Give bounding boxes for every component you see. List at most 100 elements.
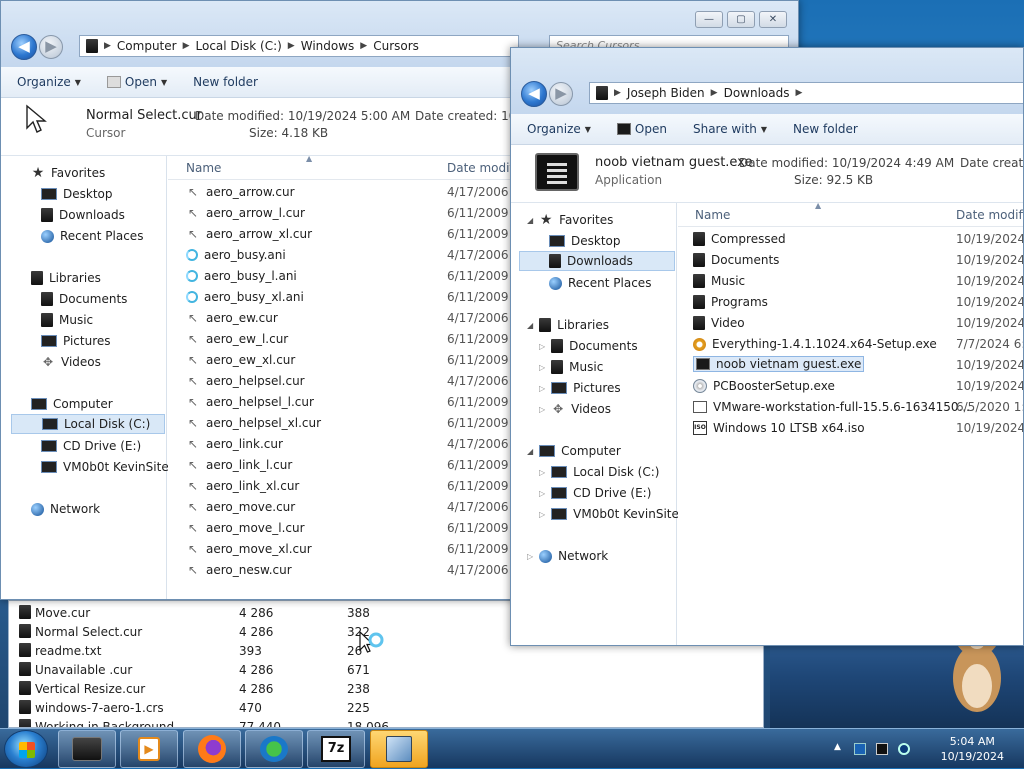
- address-bar[interactable]: ▶ Computer ▶ Local Disk (C:) ▶ Windows ▶…: [79, 35, 519, 57]
- nav-videos[interactable]: ✥ Videos: [41, 352, 101, 372]
- nav-videos[interactable]: ▷ ✥ Videos: [539, 399, 611, 419]
- list-item[interactable]: windows-7-aero-1.crs 470 225: [9, 698, 763, 717]
- minimize-button[interactable]: —: [695, 11, 723, 28]
- nav-desktop[interactable]: Desktop: [41, 184, 113, 204]
- file-row[interactable]: Everything-1.4.1.1024.x64-Setup.exe 7/7/2…: [678, 334, 1023, 355]
- breadcrumb-local-disk[interactable]: Local Disk (C:): [196, 39, 282, 53]
- nav-local-disk[interactable]: ▷ Local Disk (C:): [539, 462, 659, 482]
- show-hidden-icons-button[interactable]: ▲: [834, 742, 841, 752]
- file-date-modified: 10/19/2024 4: [956, 421, 1023, 435]
- organize-button[interactable]: Organize ▼: [9, 75, 89, 89]
- nav-network[interactable]: Network: [31, 499, 100, 519]
- open-button[interactable]: Open: [609, 122, 675, 136]
- nav-pictures[interactable]: ▷ Pictures: [539, 378, 621, 398]
- nav-favorites[interactable]: ★ Favorites: [31, 163, 106, 183]
- maximize-button[interactable]: ▢: [727, 11, 755, 28]
- list-item[interactable]: Working in Background... 77 440 18 096: [9, 717, 763, 727]
- new-folder-button[interactable]: New folder: [785, 122, 866, 136]
- nav-computer[interactable]: ◢ Computer: [527, 441, 621, 461]
- close-button[interactable]: ✕: [759, 11, 787, 28]
- nav-network[interactable]: ▷ Network: [527, 546, 608, 566]
- taskbar-download-manager[interactable]: [245, 730, 303, 768]
- taskbar-media-player[interactable]: ▶: [120, 730, 178, 768]
- taskbar-explorer[interactable]: [58, 730, 116, 768]
- organize-button[interactable]: Organize ▼: [519, 122, 599, 136]
- taskbar-7zip[interactable]: 7z: [307, 730, 365, 768]
- share-with-button[interactable]: Share with ▼: [685, 122, 775, 136]
- nav-network-share[interactable]: VM0b0t KevinSite: [41, 457, 169, 477]
- nav-music[interactable]: Music: [41, 310, 93, 330]
- column-date-modified[interactable]: Date modifi: [447, 161, 517, 175]
- file-row[interactable]: noob vietnam guest.exe 10/19/2024 4: [678, 355, 1023, 376]
- file-row[interactable]: Programs 10/19/2024 4: [678, 292, 1023, 313]
- system-clock[interactable]: 5:04 AM 10/19/2024: [941, 734, 1004, 764]
- list-item-size: 4 286: [239, 682, 274, 696]
- cursor-icon: ↖: [187, 458, 199, 472]
- forward-button[interactable]: ▶: [39, 35, 63, 59]
- taskbar-firefox[interactable]: [183, 730, 241, 768]
- details-file-type: Cursor: [86, 126, 126, 140]
- pictures-icon: [551, 382, 568, 394]
- file-row[interactable]: Documents 10/19/2024 4: [678, 250, 1023, 271]
- nav-music[interactable]: ▷ Music: [539, 357, 603, 377]
- breadcrumb-windows[interactable]: Windows: [301, 39, 355, 53]
- sort-arrow-icon: ▲: [815, 203, 822, 210]
- column-name[interactable]: Name: [186, 161, 221, 175]
- list-item[interactable]: Vertical Resize.cur 4 286 238: [9, 679, 763, 698]
- file-row[interactable]: Compressed 10/19/2024 5: [678, 229, 1023, 250]
- list-item-packed-size: 671: [347, 663, 370, 677]
- nav-cd-drive[interactable]: CD Drive (E:): [41, 436, 141, 456]
- new-folder-button[interactable]: New folder: [185, 75, 266, 89]
- open-button[interactable]: Open ▼: [99, 75, 175, 89]
- list-item-name: Vertical Resize.cur: [35, 682, 146, 696]
- back-button[interactable]: ◀: [11, 34, 37, 60]
- list-item-packed-size: 238: [347, 682, 370, 696]
- nav-documents[interactable]: Documents: [41, 289, 127, 309]
- nav-downloads[interactable]: Downloads: [41, 205, 125, 225]
- nav-network-share[interactable]: ▷ VM0b0t KevinSite: [539, 504, 679, 524]
- file-row[interactable]: Music 10/19/2024 4: [678, 271, 1023, 292]
- volume-tray-icon[interactable]: [898, 743, 910, 755]
- nav-local-disk[interactable]: Local Disk (C:): [11, 414, 165, 434]
- list-item[interactable]: Unavailable .cur 4 286 671: [9, 660, 763, 679]
- nav-libraries[interactable]: Libraries: [31, 268, 101, 288]
- nav-computer[interactable]: Computer: [31, 394, 113, 414]
- action-center-icon[interactable]: [854, 743, 866, 755]
- breadcrumb-computer[interactable]: Computer: [117, 39, 177, 53]
- nav-pictures[interactable]: Pictures: [41, 331, 111, 351]
- nav-desktop[interactable]: Desktop: [549, 231, 621, 251]
- taskbar-installer[interactable]: [370, 730, 428, 768]
- cursor-arrow-icon: [26, 104, 47, 133]
- back-button[interactable]: ◀: [521, 81, 547, 107]
- network-tray-icon[interactable]: [876, 743, 888, 755]
- nav-recent-places[interactable]: Recent Places: [41, 226, 143, 246]
- file-icon: [19, 719, 31, 727]
- forward-button[interactable]: ▶: [549, 82, 573, 106]
- file-name: Music: [711, 274, 746, 288]
- breadcrumb-downloads[interactable]: Downloads: [724, 86, 790, 100]
- nav-downloads[interactable]: Downloads: [519, 251, 675, 271]
- file-date-modified: 10/19/2024 4: [956, 316, 1023, 330]
- breadcrumb-cursors[interactable]: Cursors: [373, 39, 419, 53]
- file-name-cell: ↖ aero_link_xl.cur: [186, 479, 299, 493]
- file-row[interactable]: VMware-workstation-full-15.5.6-1634150..…: [678, 397, 1023, 418]
- file-row[interactable]: ISO Windows 10 LTSB x64.iso 10/19/2024 4: [678, 418, 1023, 439]
- file-row[interactable]: Video 10/19/2024 4: [678, 313, 1023, 334]
- nav-cd-drive[interactable]: ▷ CD Drive (E:): [539, 483, 651, 503]
- column-name[interactable]: Name: [695, 208, 730, 222]
- nav-favorites[interactable]: ◢ ★ Favorites: [527, 210, 613, 230]
- videos-icon: ✥: [553, 402, 564, 416]
- start-button[interactable]: [4, 730, 48, 768]
- nav-documents[interactable]: ▷ Documents: [539, 336, 638, 356]
- column-date-modified[interactable]: Date modifie: [956, 208, 1023, 222]
- file-name: aero_move_l.cur: [206, 521, 305, 535]
- details-created: Date created: [960, 156, 1024, 170]
- file-icon: [19, 624, 31, 638]
- file-row[interactable]: PCBoosterSetup.exe 10/19/2024 4: [678, 376, 1023, 397]
- command-bar: Organize ▼ Open Share with ▼ New folder: [511, 114, 1023, 145]
- breadcrumb-user[interactable]: Joseph Biden: [627, 86, 705, 100]
- nav-recent-places[interactable]: Recent Places: [549, 273, 651, 293]
- user-folder-icon: [596, 86, 608, 100]
- address-bar[interactable]: ▶ Joseph Biden ▶ Downloads ▶: [589, 82, 1023, 104]
- nav-libraries[interactable]: ◢ Libraries: [527, 315, 609, 335]
